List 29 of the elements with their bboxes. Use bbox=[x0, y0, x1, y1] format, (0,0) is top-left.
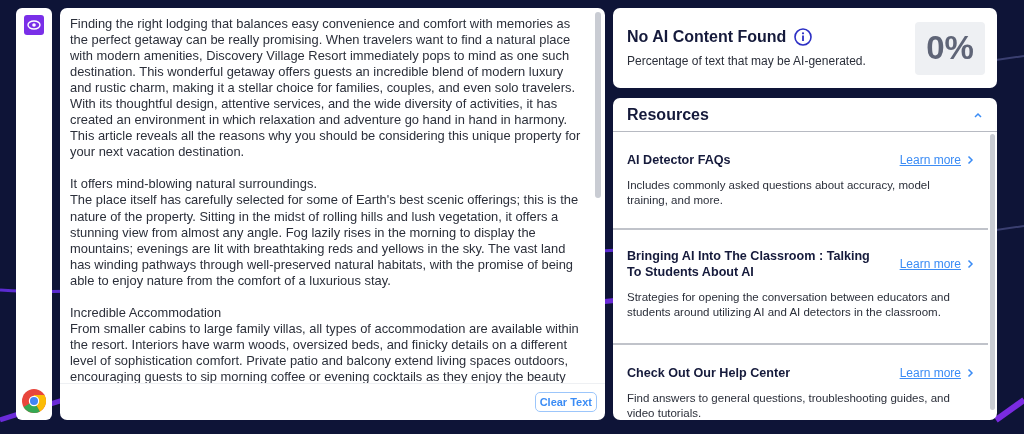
result-subtitle: Percentage of text that may be AI-generated. bbox=[627, 54, 866, 68]
resource-description: Strategies for opening the conversation between educators and students around utilizing AI and AI detectors in the classroom. bbox=[627, 290, 951, 320]
paragraph-text: It offers mind-blowing natural surroundings. bbox=[70, 176, 317, 193]
paragraph-text: From smaller cabins to large family villas, all types of accommodation are available within the resort. Interiors have warm woods, oversized beds, and finicky details on a different level of sophistication comfort. Private patio and balcony extend living spaces outdoors, encouraging guests to sip morning coffee or evening cocktails as they enjoy the beauty bbox=[70, 320, 579, 383]
scrollbar[interactable] bbox=[990, 134, 995, 410]
result-title: No AI Content Found bbox=[627, 28, 787, 46]
chevron-icon bbox=[967, 259, 974, 269]
caret-icon[interactable] bbox=[973, 110, 983, 119]
resource-title: AI Detector FAQs bbox=[627, 152, 731, 168]
browser-logo-icon[interactable] bbox=[21, 388, 47, 414]
chevron-icon bbox=[967, 368, 974, 378]
learn-more-link[interactable]: Learn more bbox=[899, 257, 974, 271]
score-value: 0% bbox=[915, 21, 985, 75]
scrollbar[interactable] bbox=[595, 12, 601, 198]
paragraph-text: The place itself has carefully selected for some of Earth's best scenic offerings; this is the nature of the property. Sitting in the midst of rolling hills and lush vegetation, it offers a stunning view from almost any angle. Fog lazily rises in the morning to display the mountains; evenings are lit with breathtaking reds and yellows in the sky. The vast land has winding pathways through well-preserved natural habitats, with the promise of being able to enjoy nature from the comfort of a luxurious stay. bbox=[70, 192, 579, 289]
learn-more-link[interactable]: Learn more bbox=[899, 153, 974, 167]
resources-title: Resources bbox=[627, 105, 709, 124]
chevron-icon bbox=[967, 155, 974, 165]
resource-title: Check Out Our Help Center bbox=[627, 365, 791, 381]
eye-icon[interactable] bbox=[24, 15, 44, 35]
info-icon[interactable] bbox=[794, 28, 813, 46]
resource-title: Bringing AI Into The Classroom : Talking To Students About AI bbox=[627, 248, 871, 280]
paragraph-text: Finding the right lodging that balances easy convenience and comfort with memories as the perfect getaway can be really promising. When travelers want to find a natural place with modern amenities, Discovery Village Resort immediately pops to mind as one such destination. This wonderful getaway offers guests an incredible blend of modern luxury and rustic charm, making it a stellar choice for families, couples, and even solo travelers. With its thoughtful design, attentive services, and the wide diversity of activities, it has created an environment in which relaxation and adventure go hand in hand in harmony. This article reveals all the reasons why you should be considering this unique property for your next vacation destination. bbox=[70, 16, 581, 161]
text-editor[interactable] bbox=[60, 8, 605, 420]
paragraph-text: Incredible Accommodation bbox=[70, 304, 222, 321]
clear-text-button[interactable]: Clear Text bbox=[534, 392, 597, 412]
resource-description: Includes commonly asked questions about accuracy, model training, and more. bbox=[627, 178, 931, 208]
learn-more-link[interactable]: Learn more bbox=[899, 366, 974, 380]
resource-description: Find answers to general questions, troubleshooting guides, and video tutorials. bbox=[627, 391, 951, 420]
